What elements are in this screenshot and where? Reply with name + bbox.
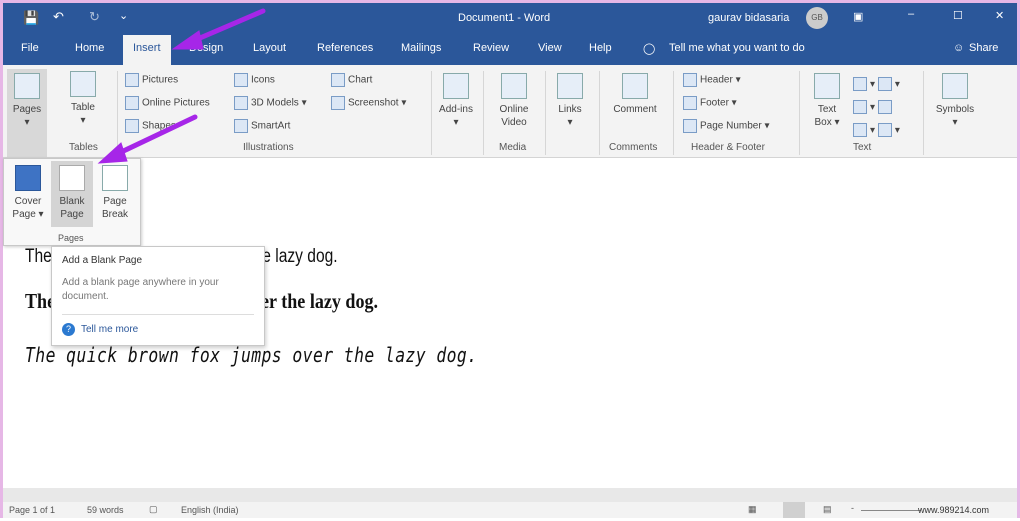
annotation-arrows [97,8,266,164]
arrowhead [171,30,204,50]
arrowhead [97,142,128,164]
arrow-to-insert-tab [190,8,266,44]
arrow-to-blank-page [112,114,198,158]
